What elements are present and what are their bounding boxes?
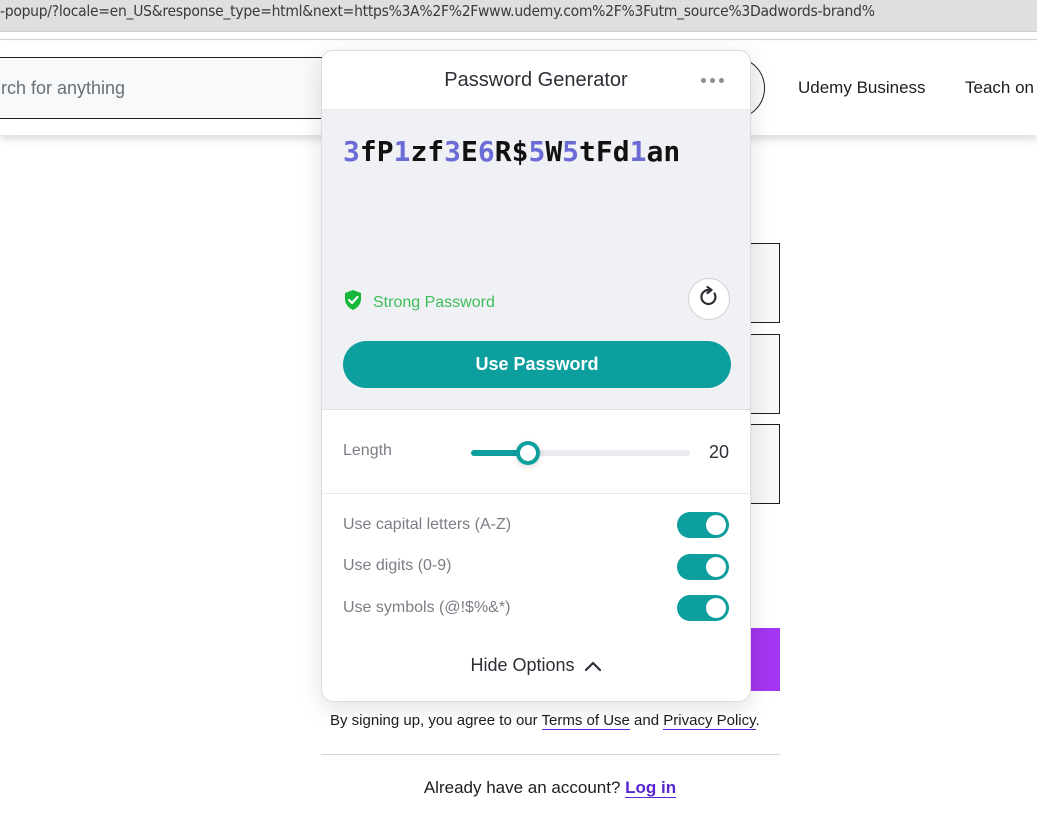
popup-header: Password Generator [322, 51, 750, 110]
login-prompt: Already have an account? Log in [0, 778, 1037, 798]
nav-udemy-business[interactable]: Udemy Business [798, 78, 926, 98]
password-char: a [646, 135, 664, 168]
divider [321, 754, 780, 755]
slider-thumb[interactable] [515, 441, 540, 465]
shield-check-icon [343, 289, 363, 316]
password-char: 1 [629, 135, 647, 168]
browser-url-bar[interactable]: -popup/?locale=en_US&response_type=html&… [0, 0, 1037, 32]
option-symbols-label: Use symbols (@!$%&*) [343, 599, 511, 616]
password-char: F [595, 135, 613, 168]
hide-options-label: Hide Options [470, 655, 575, 675]
password-char: f [359, 135, 377, 168]
password-generator-popup: Password Generator 3fP1zf3E6R$5W5tFd1an … [321, 50, 751, 702]
more-horizontal-icon[interactable] [701, 78, 724, 83]
password-char: R [494, 135, 512, 168]
password-char: E [461, 135, 478, 168]
length-row: Length 20 [322, 410, 750, 494]
search-placeholder: rch for anything [1, 78, 126, 98]
length-slider[interactable] [471, 441, 690, 465]
password-char: f [427, 135, 445, 168]
regenerate-button[interactable] [688, 278, 730, 320]
login-prompt-text: Already have an account? [423, 778, 626, 797]
password-char: 5 [528, 135, 546, 168]
password-char: n [663, 135, 681, 168]
password-char: t [579, 135, 596, 168]
password-display-section: 3fP1zf3E6R$5W5tFd1an Strong Password Use… [322, 110, 750, 410]
password-char: $ [511, 135, 529, 168]
toolbar-gap [0, 32, 1037, 40]
terms-of-use-link[interactable]: Terms of Use [541, 712, 630, 730]
password-char: W [545, 135, 563, 168]
use-password-button[interactable]: Use Password [343, 341, 731, 388]
chevron-up-icon [580, 655, 602, 675]
option-digits-label: Use digits (0-9) [343, 557, 452, 574]
toggle-symbols[interactable] [677, 595, 729, 621]
toggle-capital-letters[interactable] [677, 512, 729, 538]
password-char: 3 [444, 135, 462, 168]
password-char: 5 [562, 135, 580, 168]
password-char: d [612, 135, 630, 168]
password-char: 6 [477, 135, 495, 168]
terms-text: By signing up, you agree to our Terms of… [330, 712, 760, 730]
terms-suffix: . [755, 712, 760, 729]
nav-teach-on-udemy[interactable]: Teach on [965, 78, 1034, 98]
password-char: 3 [343, 135, 360, 168]
generated-password: 3fP1zf3E6R$5W5tFd1an [343, 135, 680, 168]
strength-label: Strong Password [373, 293, 495, 311]
password-char: z [410, 135, 428, 168]
privacy-policy-link[interactable]: Privacy Policy [663, 712, 756, 730]
password-char: 1 [393, 135, 411, 168]
password-char: P [376, 135, 394, 168]
terms-prefix: By signing up, you agree to our [330, 712, 542, 729]
refresh-icon [698, 285, 720, 313]
url-text[interactable]: -popup/?locale=en_US&response_type=html&… [0, 2, 875, 20]
length-label: Length [343, 442, 392, 459]
option-capital-label: Use capital letters (A-Z) [343, 516, 512, 533]
terms-and: and [629, 712, 664, 729]
length-value: 20 [708, 442, 729, 462]
toggle-digits[interactable] [677, 554, 729, 580]
hide-options-button[interactable]: Hide Options [322, 655, 750, 676]
password-strength: Strong Password [343, 289, 495, 316]
login-link[interactable]: Log in [625, 778, 677, 798]
popup-title: Password Generator [444, 69, 628, 91]
